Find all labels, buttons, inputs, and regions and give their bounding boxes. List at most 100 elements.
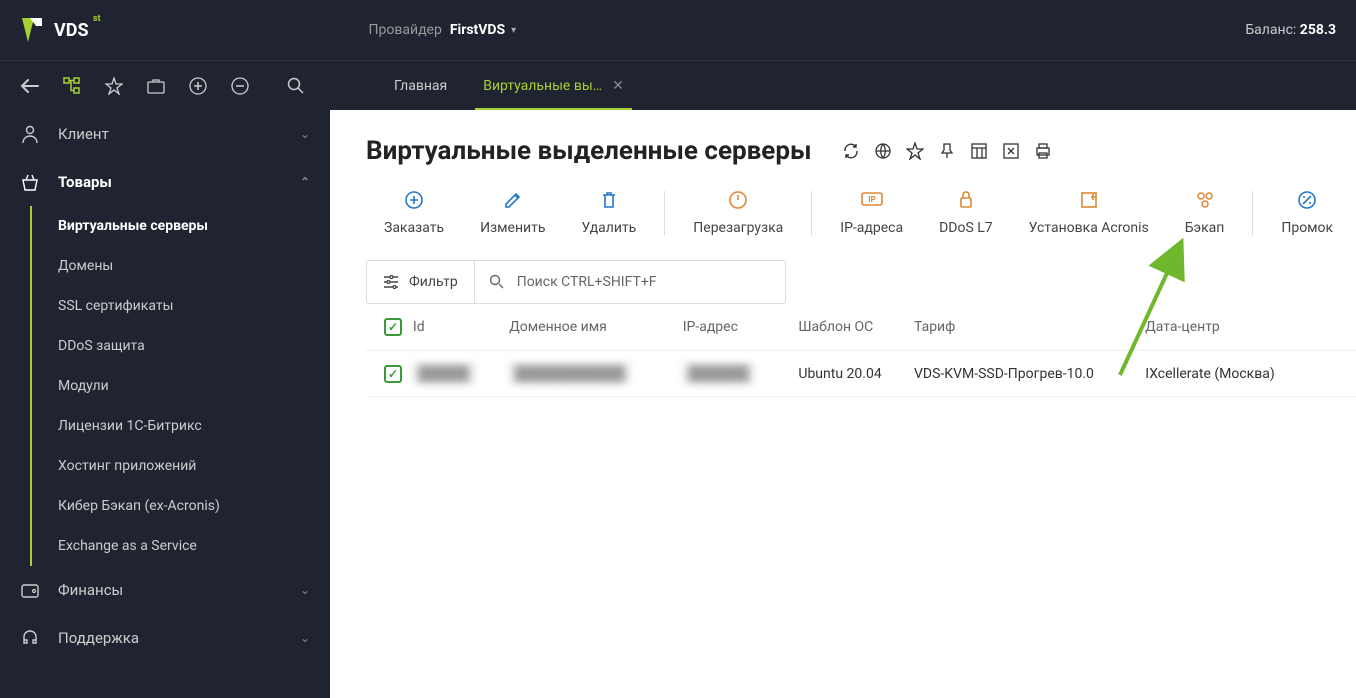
title-icons: [842, 142, 1052, 160]
nav-label: Финансы: [58, 581, 123, 599]
star-icon[interactable]: [104, 76, 124, 96]
nav-head-client[interactable]: Клиент ⌄: [0, 110, 330, 158]
nav-item-ssl[interactable]: SSL сертификаты: [32, 286, 330, 326]
nav-item-domains[interactable]: Домены: [32, 246, 330, 286]
action-label: Установка Acronis: [1029, 220, 1149, 236]
col-id[interactable]: Id: [413, 319, 509, 335]
action-reboot[interactable]: Перезагрузка: [675, 190, 801, 236]
basket-icon: [20, 172, 44, 192]
tab-virtual-servers[interactable]: Виртуальные вы… ✕: [465, 61, 642, 110]
headset-icon: [20, 628, 44, 648]
page-title: Виртуальные выделенные серверы: [366, 136, 812, 166]
tab-label: Главная: [394, 78, 447, 94]
chevron-down-icon: ⌄: [300, 631, 310, 645]
nav-group-support: Поддержка ⌄: [0, 614, 330, 662]
nav-item-bitrix[interactable]: Лицензии 1С-Битрикс: [32, 406, 330, 446]
filter-button[interactable]: Фильтр: [367, 261, 475, 303]
table-header: ✓ Id Доменное имя IP-адрес Шаблон ОС Тар…: [366, 304, 1356, 351]
export-icon[interactable]: [1002, 142, 1020, 160]
col-ip[interactable]: IP-адрес: [683, 319, 799, 335]
nav-item-modules[interactable]: Модули: [32, 366, 330, 406]
refresh-icon[interactable]: [842, 142, 860, 160]
header-checkbox[interactable]: ✓: [384, 318, 413, 336]
pin-icon[interactable]: [938, 142, 956, 160]
percent-icon: [1297, 190, 1317, 210]
globe-icon[interactable]: [874, 142, 892, 160]
action-edit[interactable]: Изменить: [462, 190, 563, 236]
wallet-icon: [20, 580, 44, 600]
sub-header: Главная Виртуальные вы… ✕: [0, 60, 1356, 110]
close-icon[interactable]: ✕: [612, 78, 624, 94]
nav-label: Клиент: [58, 125, 109, 143]
chevron-down-icon[interactable]: ▾: [511, 25, 516, 36]
col-dc[interactable]: Дата-центр: [1145, 319, 1338, 335]
install-icon: [1079, 190, 1099, 210]
nav-head-support[interactable]: Поддержка ⌄: [0, 614, 330, 662]
ip-icon: IP: [861, 190, 883, 210]
filter-icon: [383, 274, 399, 290]
tree-icon[interactable]: [62, 76, 82, 96]
action-backup[interactable]: Бэкап: [1167, 190, 1243, 236]
print-icon[interactable]: [1034, 142, 1052, 160]
filter-label: Фильтр: [409, 274, 458, 290]
search-icon[interactable]: [286, 76, 306, 96]
action-acronis[interactable]: Установка Acronis: [1011, 190, 1167, 236]
briefcase-icon[interactable]: [146, 76, 166, 96]
row-checkbox[interactable]: ✓: [384, 365, 413, 383]
back-icon[interactable]: [20, 76, 40, 96]
cell-domain: ███████████: [509, 363, 630, 384]
separator: [811, 191, 812, 235]
edit-icon: [503, 190, 523, 210]
cell-tariff: VDS-KVM-SSD-Прогрев-10.0: [914, 366, 1145, 382]
user-icon: [20, 124, 44, 144]
nav-head-finance[interactable]: Финансы ⌄: [0, 566, 330, 614]
action-ddos[interactable]: DDoS L7: [921, 190, 1011, 236]
nav-head-products[interactable]: Товары ⌃: [0, 158, 330, 206]
svg-text:IP: IP: [868, 195, 876, 204]
power-icon: [728, 190, 748, 210]
action-label: Удалить: [581, 220, 636, 236]
nav-group-finance: Финансы ⌄: [0, 566, 330, 614]
tool-icons: [20, 76, 306, 96]
cell-dc: IXcellerate (Москва): [1145, 366, 1338, 382]
star-icon[interactable]: [906, 142, 924, 160]
table: ✓ Id Доменное имя IP-адрес Шаблон ОС Тар…: [366, 304, 1356, 397]
separator: [664, 191, 665, 235]
col-os[interactable]: Шаблон ОС: [798, 319, 914, 335]
nav-item-ddos[interactable]: DDoS защита: [32, 326, 330, 366]
nav-group-client: Клиент ⌄: [0, 110, 330, 158]
search-placeholder: Поиск CTRL+SHIFT+F: [517, 274, 657, 290]
col-tariff[interactable]: Тариф: [914, 319, 1145, 335]
action-ip[interactable]: IP IP-адреса: [822, 190, 921, 236]
separator: [1252, 191, 1253, 235]
balance: Баланс: 258.3: [1245, 22, 1336, 38]
col-domain[interactable]: Доменное имя: [509, 319, 682, 335]
action-label: Промок: [1281, 220, 1333, 236]
action-delete[interactable]: Удалить: [563, 190, 654, 236]
action-label: Заказать: [384, 220, 444, 236]
sidebar: Клиент ⌄ Товары ⌃ Виртуальные серверы До…: [0, 110, 330, 698]
action-order[interactable]: Заказать: [366, 190, 462, 236]
chevron-down-icon: ⌄: [300, 127, 310, 141]
shield-lock-icon: [957, 190, 975, 210]
nav-item-exchange[interactable]: Exchange as a Service: [32, 526, 330, 566]
logo-icon: [20, 16, 50, 44]
columns-icon[interactable]: [970, 142, 988, 160]
plus-circle-icon[interactable]: [188, 76, 208, 96]
nav-items: Виртуальные серверы Домены SSL сертифика…: [30, 206, 330, 566]
action-label: Бэкап: [1185, 220, 1225, 236]
provider-label: Провайдер: [369, 22, 442, 38]
nav-item-hosting[interactable]: Хостинг приложений: [32, 446, 330, 486]
logo[interactable]: VDS st: [20, 16, 89, 44]
table-row[interactable]: ✓ █████ ███████████ ██████ Ubuntu 20.04 …: [366, 351, 1356, 397]
nav-item-virtual-servers[interactable]: Виртуальные серверы: [32, 206, 330, 246]
top-header: VDS st Провайдер FirstVDS ▾ Баланс: 258.…: [0, 0, 1356, 60]
minus-circle-icon[interactable]: [230, 76, 250, 96]
balance-value: 258.3: [1300, 22, 1336, 38]
cell-os: Ubuntu 20.04: [798, 366, 914, 382]
nav-item-backup[interactable]: Кибер Бэкап (ex-Acronis): [32, 486, 330, 526]
tab-home[interactable]: Главная: [376, 61, 465, 110]
action-promo[interactable]: Промок: [1263, 190, 1351, 236]
provider-name[interactable]: FirstVDS: [450, 22, 505, 38]
search-box[interactable]: Поиск CTRL+SHIFT+F: [475, 274, 785, 290]
